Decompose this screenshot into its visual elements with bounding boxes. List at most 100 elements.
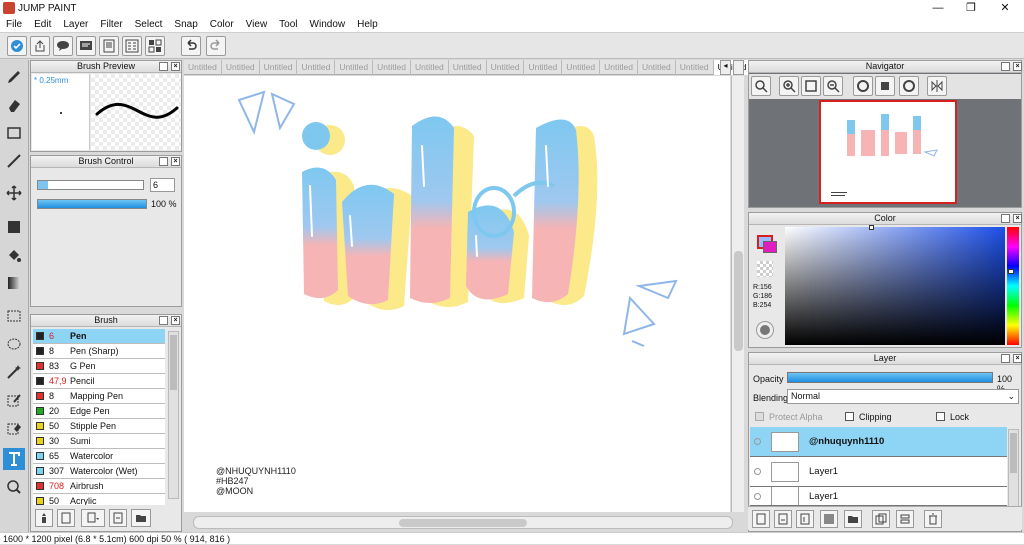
new-brush-icon[interactable]	[57, 509, 75, 527]
delete-layer-icon[interactable]	[924, 510, 942, 528]
page-icon[interactable]	[99, 36, 119, 56]
halftone-layer-icon[interactable]	[820, 510, 838, 528]
redo-icon[interactable]	[206, 36, 226, 56]
menu-edit[interactable]: Edit	[28, 19, 57, 30]
document-tab[interactable]: Untitled	[222, 60, 260, 75]
background-color-swatch[interactable]	[763, 241, 777, 253]
hue-slider[interactable]	[1007, 227, 1019, 345]
brush-row[interactable]: 708 Airbrush	[33, 479, 165, 494]
check-icon[interactable]	[7, 36, 27, 56]
rotate-right-icon[interactable]	[899, 76, 919, 96]
grid-layout-icon[interactable]	[145, 36, 165, 56]
undo-icon[interactable]	[181, 36, 201, 56]
popout-icon[interactable]	[159, 62, 168, 71]
new-layer-8bit-icon[interactable]	[774, 510, 792, 528]
document-tab[interactable]: Untitled	[260, 60, 298, 75]
reset-view-icon[interactable]	[875, 76, 895, 96]
menu-layer[interactable]: Layer	[57, 19, 94, 30]
popout-icon[interactable]	[1001, 62, 1010, 71]
layer-row[interactable]: Layer1	[750, 457, 1007, 487]
document-tab[interactable]: Untitled	[335, 60, 374, 75]
fill-rect-tool-icon[interactable]	[3, 216, 25, 238]
hue-slider-handle[interactable]	[1008, 269, 1014, 274]
zoom-in-icon[interactable]	[779, 76, 799, 96]
brush-row[interactable]: 83 G Pen	[33, 359, 165, 374]
rect-select-icon[interactable]	[3, 305, 25, 327]
close-panel-icon[interactable]: ×	[1013, 62, 1022, 71]
close-panel-icon[interactable]: ×	[171, 62, 180, 71]
color-picker-cursor[interactable]	[869, 225, 874, 230]
close-panel-icon[interactable]: ×	[171, 157, 180, 166]
menu-snap[interactable]: Snap	[168, 19, 203, 30]
blending-select[interactable]: Normal ⌄	[787, 389, 1019, 404]
gradient-tool-icon[interactable]	[3, 272, 25, 294]
brush-row[interactable]: 20 Edge Pen	[33, 404, 165, 419]
layer-row[interactable]: Layer1	[750, 487, 1007, 506]
document-tab[interactable]: Untitled	[373, 60, 411, 75]
brush-row[interactable]: 6 Pen	[33, 329, 165, 344]
duplicate-layer-icon[interactable]	[872, 510, 890, 528]
close-panel-icon[interactable]: ×	[1013, 354, 1022, 363]
eraser-tool-icon[interactable]	[3, 94, 25, 116]
color-saturation-picker[interactable]	[785, 225, 1005, 345]
lock-checkbox[interactable]	[936, 412, 945, 421]
document-tab[interactable]: Untitled	[676, 60, 714, 75]
brush-row[interactable]: 8 Pen (Sharp)	[33, 344, 165, 359]
layer-row[interactable]: @nhuquynh1110	[750, 427, 1007, 457]
palette-icon[interactable]	[756, 321, 774, 339]
brush-opacity-slider[interactable]	[37, 199, 147, 209]
document-tab[interactable]: Untitled	[449, 60, 487, 75]
menu-help[interactable]: Help	[351, 19, 384, 30]
brush-row[interactable]: 30 Sumi	[33, 434, 165, 449]
select-eraser-icon[interactable]	[3, 417, 25, 439]
minimize-button[interactable]: —	[921, 0, 955, 16]
text-tool-icon[interactable]	[3, 448, 25, 470]
select-pen-icon[interactable]	[3, 389, 25, 411]
brush-row[interactable]: 307 Watercolor (Wet)	[33, 464, 165, 479]
flip-icon[interactable]	[927, 76, 947, 96]
comment-icon[interactable]	[76, 36, 96, 56]
brush-import-icon[interactable]	[109, 509, 127, 527]
layer-opacity-slider[interactable]	[787, 372, 993, 383]
brush-settings-icon[interactable]	[35, 509, 53, 527]
visibility-icon[interactable]	[754, 468, 761, 475]
rectangle-tool-icon[interactable]	[3, 122, 25, 144]
zoom-out-icon[interactable]	[823, 76, 843, 96]
brush-size-input[interactable]: 6	[150, 178, 175, 192]
line-tool-icon[interactable]	[3, 150, 25, 172]
fit-icon[interactable]	[801, 76, 821, 96]
menu-view[interactable]: View	[240, 19, 274, 30]
brush-menu-icon[interactable]	[81, 509, 105, 527]
popout-icon[interactable]	[1001, 354, 1010, 363]
popout-icon[interactable]	[159, 157, 168, 166]
transparent-color-swatch[interactable]	[757, 261, 773, 277]
close-panel-icon[interactable]: ×	[171, 316, 180, 325]
document-tab[interactable]: Untitled	[562, 60, 601, 75]
document-tab[interactable]: Untitled	[524, 60, 563, 75]
magic-wand-icon[interactable]	[3, 361, 25, 383]
document-tab[interactable]: Untitled	[411, 60, 449, 75]
bucket-tool-icon[interactable]	[3, 244, 25, 266]
canvas-horizontal-scrollbar[interactable]	[193, 516, 733, 529]
move-tool-icon[interactable]	[3, 182, 25, 204]
canvas-vertical-scrollbar[interactable]	[731, 76, 744, 512]
navigator-thumbnail[interactable]	[819, 100, 957, 204]
protect-alpha-checkbox[interactable]	[755, 412, 764, 421]
export-icon[interactable]	[30, 36, 50, 56]
brush-folder-icon[interactable]	[131, 509, 151, 527]
close-button[interactable]: ✕	[988, 0, 1022, 16]
clipping-checkbox[interactable]	[845, 412, 854, 421]
layer-folder-icon[interactable]	[844, 510, 862, 528]
drawing-canvas[interactable]: @NHUQUYNH1110 #HB247 @MOON	[184, 76, 730, 512]
popout-icon[interactable]	[1001, 214, 1010, 223]
zoom-icon[interactable]	[751, 76, 771, 96]
document-tab[interactable]: Untitled	[184, 60, 222, 75]
brush-row[interactable]: 65 Watercolor	[33, 449, 165, 464]
popout-icon[interactable]	[159, 316, 168, 325]
maximize-button[interactable]: ❐	[954, 0, 988, 16]
pen-tool-icon[interactable]	[3, 66, 25, 88]
tab-scroll-left-icon[interactable]: ◂	[720, 60, 731, 75]
close-panel-icon[interactable]: ×	[1013, 214, 1022, 223]
menu-filter[interactable]: Filter	[94, 19, 128, 30]
visibility-icon[interactable]	[754, 492, 761, 500]
